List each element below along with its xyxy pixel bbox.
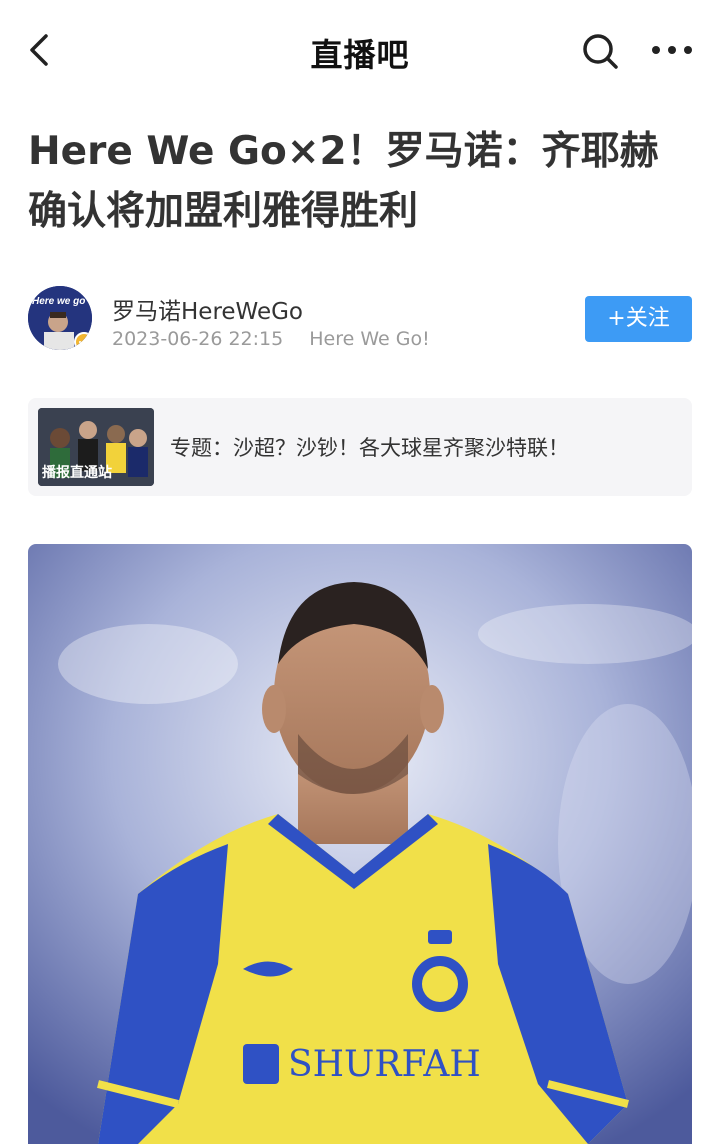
post-meta: 2023-06-26 22:15 Here We Go! bbox=[112, 328, 430, 350]
article-hero-image[interactable]: SHURFAH bbox=[28, 544, 692, 1144]
topic-card[interactable]: 播报直通站 专题：沙超？沙钞！各大球星齐聚沙特联！ bbox=[28, 398, 692, 496]
search-icon[interactable] bbox=[580, 31, 620, 71]
author-avatar[interactable]: Here we go bbox=[28, 286, 92, 350]
verified-badge-icon bbox=[74, 332, 92, 350]
author-slogan: Here We Go! bbox=[309, 328, 430, 350]
jersey-sponsor-text: SHURFAH bbox=[288, 1044, 481, 1085]
article-title: Here We Go×2！罗马诺：齐耶赫确认将加盟利雅得胜利 bbox=[28, 129, 659, 234]
top-nav-bar: 直播吧 bbox=[0, 0, 720, 100]
author-row: Here we go 罗马诺HereWeGo 2023-06-26 22:15 … bbox=[28, 286, 692, 356]
more-dots-icon[interactable] bbox=[648, 38, 696, 62]
follow-button[interactable]: +关注 bbox=[585, 296, 692, 342]
topic-thumbnail: 播报直通站 bbox=[38, 408, 154, 486]
topic-label: 专题：沙超？沙钞！各大球星齐聚沙特联！ bbox=[170, 436, 569, 460]
author-name[interactable]: 罗马诺HereWeGo bbox=[112, 292, 303, 326]
avatar-caption: Here we go bbox=[32, 296, 86, 307]
player-photo: SHURFAH bbox=[28, 544, 692, 1144]
topic-thumbnail-caption: 播报直通站 bbox=[42, 465, 112, 481]
post-datetime: 2023-06-26 22:15 bbox=[112, 328, 284, 350]
